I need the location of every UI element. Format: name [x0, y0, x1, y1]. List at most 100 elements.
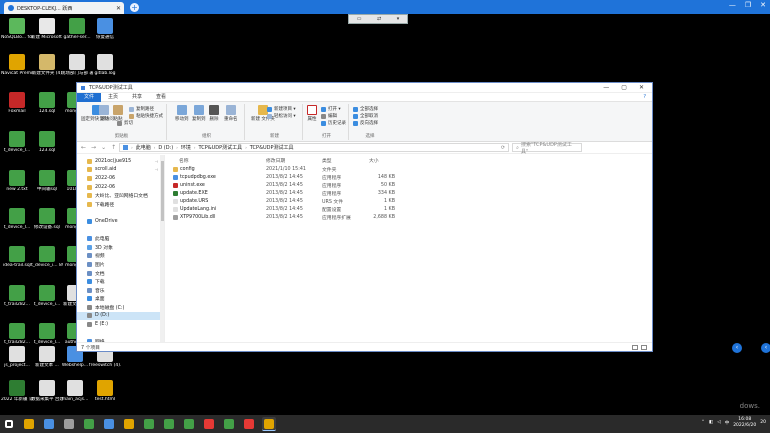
- nav-item[interactable]: 本地磁盘 (C:): [77, 303, 164, 312]
- invert-selection-button[interactable]: 反向选择: [353, 120, 378, 126]
- taskbar-app11-button[interactable]: [222, 417, 236, 431]
- easy-access-button[interactable]: 轻松访问 ▾: [267, 113, 296, 119]
- refresh-icon[interactable]: ⟳: [501, 145, 505, 151]
- nav-item[interactable]: 2022-06: [77, 183, 164, 192]
- tray-expand-icon[interactable]: ⌃: [701, 420, 705, 425]
- file-row[interactable]: uninst.exe 2013/8/2 14:45 应用程序 50 KB: [165, 181, 652, 189]
- browser-tab[interactable]: DESKTOP-CLEKJ... 跃西 ✕: [4, 2, 124, 14]
- desktop-icon[interactable]: 124.sql: [32, 92, 62, 114]
- desktop-icon[interactable]: idea-trail.sql: [2, 246, 32, 268]
- breadcrumb-segment[interactable]: 环境: [181, 144, 191, 151]
- nav-scroll-thumb[interactable]: [160, 161, 164, 221]
- delete-button[interactable]: 删除: [209, 105, 219, 122]
- rename-button[interactable]: 重命名: [224, 105, 238, 122]
- taskbar-app2-button[interactable]: [42, 417, 56, 431]
- nav-item[interactable]: 2022-06: [77, 174, 164, 183]
- taskbar-app13-button[interactable]: [262, 417, 276, 431]
- volume-icon[interactable]: ◁: [717, 420, 720, 425]
- desktop-icon[interactable]: Foxmail: [2, 92, 32, 114]
- copy-path-button[interactable]: 复制路径: [129, 106, 154, 112]
- taskbar-app4-button[interactable]: [82, 417, 96, 431]
- quick-access-icon[interactable]: [81, 85, 85, 90]
- nav-item[interactable]: D (D:): [77, 311, 164, 321]
- desktop-icon[interactable]: 数据采集平 台建立文: [31, 380, 63, 402]
- desktop-icon[interactable]: 恢复通信: [90, 18, 120, 40]
- rd-screen-icon[interactable]: ▭: [357, 16, 362, 22]
- edit-button[interactable]: 编辑: [321, 113, 337, 119]
- explorer-minimize-button[interactable]: —: [603, 84, 609, 91]
- nav-item[interactable]: 大岭比、亚凹网络口文档: [77, 191, 164, 200]
- nav-item[interactable]: 2021oc(jue915 ⊣: [77, 157, 164, 166]
- nav-item[interactable]: E (E:): [77, 320, 164, 329]
- desktop-icon[interactable]: 123.sql: [32, 131, 62, 153]
- cut-button[interactable]: 剪切: [117, 120, 133, 126]
- desktop-icon[interactable]: js_project...: [2, 346, 32, 368]
- taskbar-chrome-button[interactable]: [22, 417, 36, 431]
- taskbar-start-button[interactable]: [2, 417, 16, 431]
- col-type[interactable]: 类型: [322, 157, 369, 164]
- col-name[interactable]: 名称: [179, 157, 266, 164]
- desktop-icon[interactable]: 修改设备.sql: [32, 208, 62, 230]
- details-view-icon[interactable]: [632, 344, 638, 350]
- notification-badge[interactable]: 20: [760, 420, 766, 425]
- desktop-icon[interactable]: t_trail282...: [2, 323, 32, 345]
- nav-scrollbar[interactable]: [160, 155, 164, 342]
- nav-item[interactable]: OneDrive: [77, 217, 164, 226]
- desktop-icon[interactable]: 新建文本 ...: [32, 346, 62, 368]
- recent-dropdown-icon[interactable]: ⌄: [101, 144, 106, 151]
- nav-item[interactable]: 下载: [77, 277, 164, 286]
- taskbar-app8-button[interactable]: [162, 417, 176, 431]
- nav-item[interactable]: 此电脑: [77, 234, 164, 243]
- move-to-button[interactable]: 移动到: [175, 105, 189, 122]
- new-tab-button[interactable]: +: [130, 3, 139, 12]
- breadcrumb-segment[interactable]: TCP&UDP测试工具: [198, 144, 242, 151]
- menu-view[interactable]: 查看: [149, 93, 173, 102]
- history-button[interactable]: 历史记录: [321, 120, 346, 126]
- nav-item[interactable]: 文档: [77, 269, 164, 278]
- forward-arrow-icon[interactable]: →: [91, 144, 96, 151]
- desktop-icon[interactable]: gather-ser...: [62, 18, 92, 40]
- paste-shortcut-button[interactable]: 粘贴快捷方式: [129, 113, 163, 119]
- address-path[interactable]: › 此电脑 › D (D:) › 环境 › TCP&UDP测试工具 › TCP&…: [119, 143, 510, 152]
- select-none-button[interactable]: 全部取消: [353, 113, 378, 119]
- nav-item[interactable]: 图片: [77, 260, 164, 269]
- open-button[interactable]: 打开 ▾: [321, 106, 341, 112]
- properties-button[interactable]: 属性: [307, 105, 317, 122]
- ime-icon[interactable]: 中: [725, 420, 730, 426]
- file-row[interactable]: tcpudpdbg.exe 2013/8/2 14:45 应用程序 148 KB: [165, 173, 652, 181]
- file-row[interactable]: UpdateLang.ini 2013/8/2 14:45 配置设置 1 KB: [165, 205, 652, 213]
- nav-item[interactable]: 3D 对象: [77, 243, 164, 252]
- new-item-button[interactable]: 新建项目 ▾: [267, 106, 296, 112]
- explorer-close-button[interactable]: ✕: [639, 84, 644, 91]
- col-size[interactable]: 大小: [369, 157, 395, 164]
- rd-dropdown-icon[interactable]: ▾: [397, 16, 400, 22]
- network-icon[interactable]: ◧: [709, 420, 713, 425]
- taskbar-app10-button[interactable]: [202, 417, 216, 431]
- file-row[interactable]: update.EXE 2013/8/2 14:45 应用程序 334 KB: [165, 189, 652, 197]
- nav-item[interactable]: 桌面: [77, 295, 164, 304]
- search-box[interactable]: ⌕ 搜索"TCP&UDP测试工具": [512, 142, 583, 155]
- col-date[interactable]: 修改日期: [266, 157, 322, 164]
- copy-to-button[interactable]: 复制到: [192, 105, 206, 122]
- file-row[interactable]: config 2021/1/10 15:41 文件夹: [165, 165, 652, 173]
- up-arrow-icon[interactable]: ↑: [111, 144, 116, 151]
- desktop-icon[interactable]: Navicat Premium: [1, 54, 33, 76]
- side-expand-icon[interactable]: ‹: [761, 343, 770, 353]
- menu-file[interactable]: 文件: [77, 92, 102, 102]
- desktop-icon[interactable]: test.html: [90, 380, 120, 402]
- desktop-icon[interactable]: 中间输sql: [32, 170, 62, 192]
- desktop-icon[interactable]: 现场部门与部 署邮件: [61, 54, 93, 76]
- help-icon[interactable]: ?: [643, 94, 646, 100]
- side-expand-icon[interactable]: ‹: [732, 343, 742, 353]
- desktop-icon[interactable]: gitlab.log: [90, 54, 120, 76]
- menu-share[interactable]: 共享: [125, 93, 149, 102]
- tab-close-icon[interactable]: ✕: [116, 5, 121, 12]
- file-row[interactable]: update.URS 2013/8/2 14:45 URS 文件 1 KB: [165, 197, 652, 205]
- desktop-icon[interactable]: t_device_l...: [32, 323, 62, 345]
- clock[interactable]: 16:08 2022/6/20: [733, 417, 756, 428]
- explorer-maximize-button[interactable]: ▢: [621, 84, 627, 91]
- select-all-button[interactable]: 全部选择: [353, 106, 378, 112]
- taskbar-app6-button[interactable]: [122, 417, 136, 431]
- minimize-button[interactable]: —: [729, 1, 736, 9]
- maximize-button[interactable]: ❐: [745, 1, 751, 9]
